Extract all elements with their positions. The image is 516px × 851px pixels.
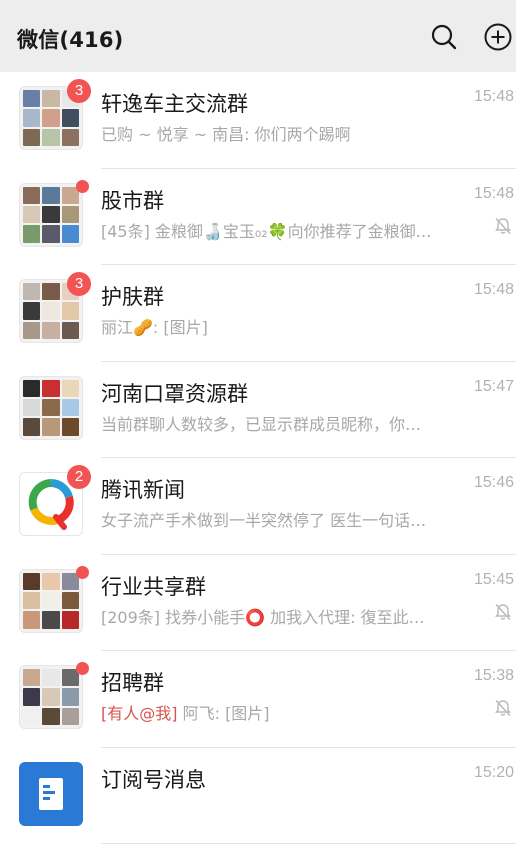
- chat-row[interactable]: 行业共享群 [209条] 找券小能手⭕ 加我入代理: 復至此… 15:45: [0, 554, 516, 651]
- chat-preview: [209条] 找券小能手⭕ 加我入代理: 復至此…: [101, 607, 425, 627]
- group-avatar: [19, 568, 83, 633]
- chat-name: 腾讯新闻: [101, 478, 185, 502]
- chat-preview: 当前群聊人数较多，已显示群成员昵称，你…: [101, 414, 422, 434]
- chat-name: 行业共享群: [101, 574, 206, 599]
- avatar: [19, 761, 83, 826]
- subscription-avatar: [19, 761, 83, 826]
- divider: [101, 843, 516, 844]
- avatar: 3: [19, 272, 91, 343]
- chat-preview: 丽江🥜: [图片]: [101, 318, 208, 337]
- chat-row[interactable]: 招聘群 [有人@我] 阿飞: [图片] 15:38: [0, 651, 516, 748]
- avatar: [19, 179, 89, 247]
- chat-row[interactable]: 3 轩逸车主交流群 已购 ~ 悦享 ~ 南昌: 你们两个踢啊 15:48: [0, 72, 516, 169]
- group-avatar: [19, 182, 83, 247]
- chat-name: 轩逸车主交流群: [101, 92, 248, 116]
- avatar: [19, 375, 83, 440]
- chat-row[interactable]: 河南口罩资源群 当前群聊人数较多，已显示群成员昵称，你… 15:47: [0, 361, 516, 458]
- avatar: 2: [19, 465, 91, 536]
- chat-name: 河南口罩资源群: [101, 381, 248, 406]
- chat-time: 15:48: [474, 184, 515, 202]
- mute-bell-icon: [495, 217, 511, 234]
- page-title: 微信(416): [17, 28, 124, 52]
- chat-name: 护肤群: [101, 285, 164, 309]
- mute-bell-icon: [495, 700, 511, 716]
- search-icon[interactable]: [430, 23, 458, 51]
- avatar: [19, 565, 89, 633]
- unread-dot: [76, 662, 89, 675]
- unread-dot: [76, 179, 89, 193]
- chat-row[interactable]: 3 护肤群 丽江🥜: [图片] 15:48: [0, 265, 516, 362]
- chat-row[interactable]: 订阅号消息 15:20: [0, 747, 516, 844]
- group-avatar: [19, 665, 83, 729]
- chat-preview: 女子流产手术做到一半突然停了 医生一句话…: [101, 511, 427, 530]
- chat-row[interactable]: 2 腾讯新闻 女子流产手术做到一半突然停了 医生一句话… 15:46: [0, 458, 516, 555]
- unread-dot: [76, 565, 89, 579]
- unread-badge: 3: [67, 79, 91, 103]
- chat-name: 订阅号消息: [101, 767, 206, 792]
- avatar: 3: [19, 79, 91, 150]
- chat-time: 15:47: [474, 377, 515, 395]
- chat-time: 15:38: [474, 667, 515, 684]
- top-bar: 微信(416): [0, 0, 516, 72]
- chat-preview-text: 阿飞: [图片]: [177, 704, 270, 723]
- avatar: [19, 662, 89, 729]
- add-button[interactable]: [483, 22, 513, 52]
- chat-name: 股市群: [101, 188, 164, 213]
- plus-circle-icon[interactable]: [483, 22, 513, 52]
- chat-name: 招聘群: [101, 671, 164, 695]
- group-avatar: [19, 375, 83, 440]
- search-button[interactable]: [429, 22, 459, 52]
- unread-badge: 2: [67, 465, 91, 489]
- chat-preview: [有人@我] 阿飞: [图片]: [101, 700, 461, 724]
- chat-preview: 已购 ~ 悦享 ~ 南昌: 你们两个踢啊: [101, 125, 351, 144]
- chat-time: 15:46: [474, 474, 515, 491]
- document-icon: [39, 777, 63, 810]
- chat-time: 15:48: [474, 88, 515, 105]
- chat-time: 15:20: [474, 763, 515, 781]
- chat-preview: [45条] 金粮御🍶宝玉₀₂🍀向你推荐了金粮御…: [101, 221, 432, 241]
- chat-time: 15:45: [474, 570, 515, 588]
- chat-time: 15:48: [474, 281, 515, 298]
- mute-bell-icon: [495, 603, 511, 620]
- unread-badge: 3: [67, 272, 91, 296]
- mention-tag: [有人@我]: [101, 704, 178, 723]
- chat-row[interactable]: 股市群 [45条] 金粮御🍶宝玉₀₂🍀向你推荐了金粮御… 15:48: [0, 168, 516, 265]
